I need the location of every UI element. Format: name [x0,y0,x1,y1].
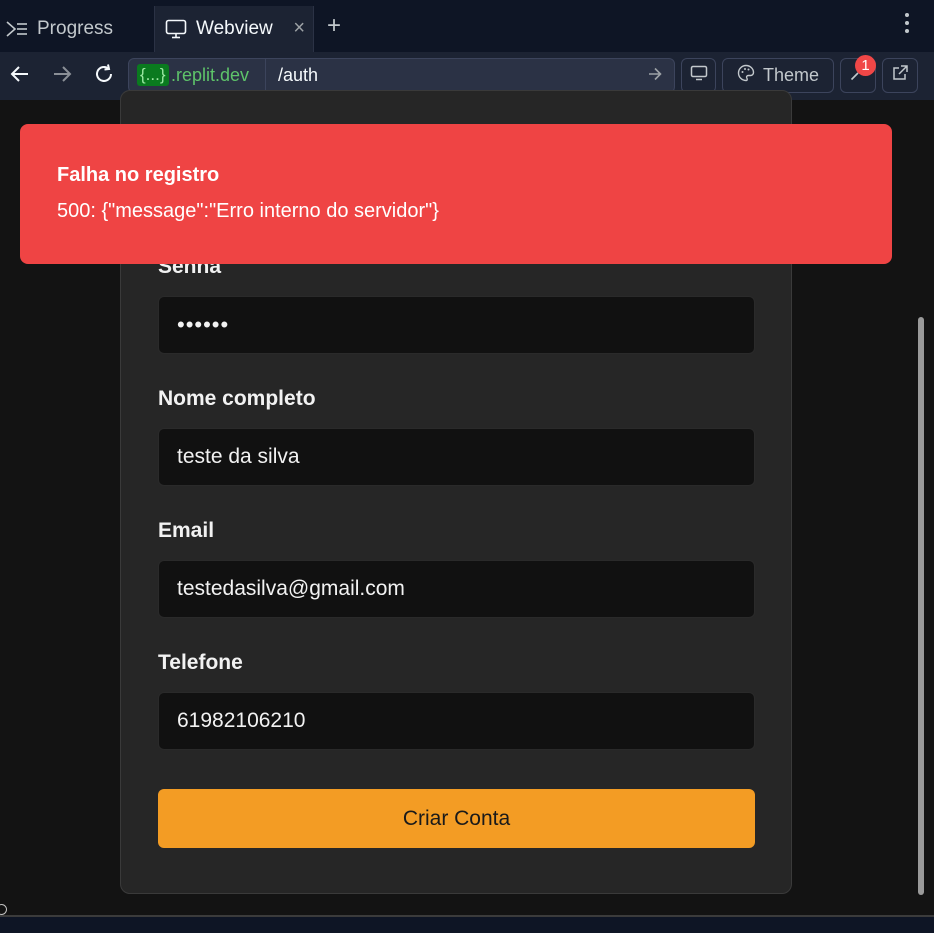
phone-field[interactable]: 61982106210 [158,692,755,750]
monitor-icon [165,18,187,40]
url-field[interactable]: {...} .replit.dev /auth [128,58,675,93]
phone-label: Telefone [158,651,243,674]
theme-label: Theme [762,65,820,85]
password-field[interactable]: •••••• [158,296,755,354]
url-divider [265,59,266,92]
url-prefix-badge: {...} [137,64,169,86]
fullname-label: Nome completo [158,387,316,410]
email-field[interactable]: testedasilva@gmail.com [158,560,755,618]
reload-button[interactable] [90,62,118,90]
progress-icon [6,18,28,40]
new-tab-button[interactable]: + [327,12,341,40]
close-tab-icon[interactable]: × [293,17,305,40]
external-link-icon [891,64,909,87]
error-toast[interactable]: Falha no registro 500: {"message":"Erro … [20,124,892,264]
url-domain: .replit.dev [171,65,250,85]
arrow-left-icon [10,65,30,88]
tab-bar: Progress Webview × + [0,0,934,53]
tab-progress-label: Progress [37,18,114,39]
arrow-right-icon [52,65,72,88]
tab-webview-label: Webview [196,18,273,39]
reload-icon [93,63,115,90]
tab-webview[interactable]: Webview × [154,6,314,52]
bottom-status-strip [0,915,934,933]
monitor-icon [690,65,708,86]
create-account-button[interactable]: Criar Conta [158,789,755,848]
forward-button[interactable] [48,62,76,90]
open-in-new-tab-button[interactable] [882,58,918,93]
email-label: Email [158,519,215,542]
notification-badge: 1 [855,55,876,76]
go-arrow-icon[interactable] [648,65,662,86]
fullname-field[interactable]: teste da silva [158,428,755,486]
devtools-button[interactable] [681,58,716,93]
toast-title: Falha no registro [57,164,220,186]
url-path: /auth [278,65,319,85]
toast-message: 500: {"message":"Erro interno do servido… [57,200,439,222]
back-button[interactable] [6,62,34,90]
palette-icon [737,64,755,87]
tab-progress[interactable]: Progress [6,6,146,52]
scrollbar[interactable] [918,317,924,895]
theme-button[interactable]: Theme [722,58,834,93]
more-options-icon[interactable] [904,12,910,40]
